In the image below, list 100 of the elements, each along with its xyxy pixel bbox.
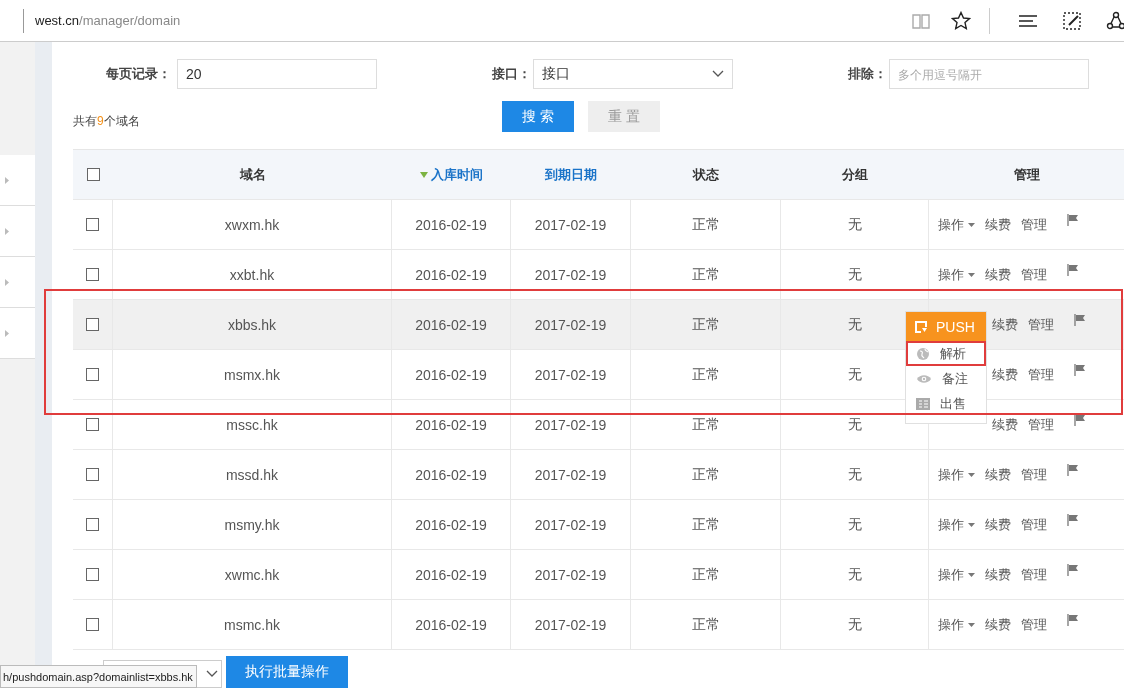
input-field[interactable]: 多个用逗号隔开 [889, 58, 1089, 89]
checkbox[interactable] [86, 418, 99, 431]
menu-item[interactable]: 解析 [906, 341, 986, 366]
manage-link[interactable]: 管理 [1021, 565, 1047, 584]
actions-dropdown[interactable]: 操作 [938, 565, 975, 584]
manage-link[interactable]: 管理 [1021, 465, 1047, 484]
flag-icon[interactable] [1067, 213, 1079, 226]
manage-link[interactable]: 管理 [1021, 615, 1047, 634]
group-cell: 无 [847, 515, 862, 534]
manage-link[interactable]: 管理 [1021, 515, 1047, 534]
column-header[interactable]: 入库时间 [420, 165, 483, 184]
input-field[interactable]: 20 [177, 58, 377, 89]
actions-dropdown[interactable]: 操作 [938, 265, 975, 284]
price-tag-icon [916, 397, 930, 410]
flag-icon[interactable] [1067, 613, 1079, 626]
flag-icon[interactable] [1067, 513, 1079, 526]
checkbox[interactable] [86, 368, 99, 381]
group-cell: 无 [847, 315, 862, 334]
checkbox[interactable] [86, 568, 99, 581]
flag-icon[interactable] [1067, 263, 1079, 276]
flag-icon[interactable] [1067, 563, 1079, 576]
checkbox[interactable] [86, 168, 100, 181]
date-cell: 2017-02-19 [534, 366, 607, 383]
date-cell: 2016-02-19 [415, 316, 487, 333]
actions-dropdown[interactable]: 操作 [938, 615, 975, 634]
flag-icon[interactable] [1074, 363, 1086, 376]
flag-icon[interactable] [1067, 463, 1079, 476]
caret-icon[interactable] [968, 522, 975, 527]
download-icon [914, 319, 928, 334]
group-cell: 无 [847, 215, 862, 234]
search-button[interactable]: 搜 索 [502, 101, 574, 132]
group-cell: 无 [847, 365, 862, 384]
renew-link[interactable]: 续费 [985, 215, 1011, 234]
chevron-down-icon [712, 69, 724, 78]
menu-item[interactable]: 备注 [906, 366, 986, 391]
checkbox[interactable] [86, 468, 99, 481]
checkbox[interactable] [86, 318, 99, 331]
date-cell: 2016-02-19 [415, 366, 487, 383]
field-label: 每页记录： [105, 64, 172, 83]
flag-icon[interactable] [1074, 313, 1086, 326]
actions-dropdown[interactable]: 操作 [938, 215, 975, 234]
menu-item[interactable]: 出售 [906, 391, 986, 416]
renew-link[interactable]: 续费 [985, 465, 1011, 484]
actions-dropdown[interactable]: 操作 [938, 465, 975, 484]
renew-link[interactable]: 续费 [992, 365, 1018, 384]
flag-icon[interactable] [1074, 413, 1086, 426]
domain-cell: mssd.hk [225, 466, 279, 483]
renew-link[interactable]: 续费 [992, 415, 1018, 434]
renew-link[interactable]: 续费 [985, 515, 1011, 534]
manage-link[interactable]: 管理 [1028, 365, 1054, 384]
date-cell: 2016-02-19 [415, 216, 487, 233]
caret-icon[interactable] [968, 272, 975, 277]
group-cell: 无 [847, 265, 862, 284]
domain-cell: msmy.hk [224, 516, 280, 533]
column-header[interactable]: 到期日期 [545, 165, 597, 184]
domain-cell: mssc.hk [226, 416, 278, 433]
date-cell: 2016-02-19 [415, 566, 487, 583]
field-label: 接口： [492, 64, 532, 83]
checkbox[interactable] [86, 518, 99, 531]
renew-link[interactable]: 续费 [992, 315, 1018, 334]
column-header: 状态 [693, 165, 719, 184]
manage-link[interactable]: 管理 [1028, 415, 1054, 434]
batch-button[interactable]: 执行批量操作 [226, 656, 348, 688]
caret-icon[interactable] [968, 572, 975, 577]
checkbox[interactable] [86, 218, 99, 231]
domain-cell: msmc.hk [224, 616, 280, 633]
renew-link[interactable]: 续费 [985, 565, 1011, 584]
status-cell: 正常 [691, 365, 720, 384]
actions-dropdown[interactable]: 操作 [938, 515, 975, 534]
date-cell: 2016-02-19 [415, 516, 487, 533]
interface-select[interactable]: 接口 [533, 58, 733, 89]
date-cell: 2016-02-19 [415, 416, 487, 433]
eye-icon [916, 373, 932, 384]
date-cell: 2017-02-19 [534, 516, 607, 533]
group-cell: 无 [847, 415, 862, 434]
date-cell: 2016-02-19 [415, 466, 487, 483]
manage-link[interactable]: 管理 [1021, 215, 1047, 234]
date-cell: 2017-02-19 [534, 266, 607, 283]
group-cell: 无 [847, 565, 862, 584]
caret-icon[interactable] [968, 472, 975, 477]
date-cell: 2017-02-19 [534, 466, 607, 483]
status-cell: 正常 [691, 615, 720, 634]
date-cell: 2017-02-19 [534, 216, 607, 233]
renew-link[interactable]: 续费 [985, 265, 1011, 284]
date-cell: 2016-02-19 [415, 266, 487, 283]
checkbox[interactable] [86, 268, 99, 281]
manage-link[interactable]: 管理 [1021, 265, 1047, 284]
checkbox[interactable] [86, 618, 99, 631]
star-icon[interactable] [951, 10, 971, 31]
date-cell: 2017-02-19 [534, 566, 607, 583]
renew-link[interactable]: 续费 [985, 615, 1011, 634]
address-bar[interactable]: west.cn/manager/domain [35, 13, 181, 28]
link-url-tooltip: h/pushdomain.asp?domainlist=xbbs.hk [0, 665, 197, 688]
status-cell: 正常 [691, 465, 720, 484]
caret-icon[interactable] [968, 222, 975, 227]
pen-square-icon[interactable] [1062, 10, 1082, 31]
sort-icon[interactable] [420, 171, 428, 178]
manage-link[interactable]: 管理 [1028, 315, 1054, 334]
share-icon[interactable] [1106, 10, 1124, 31]
caret-icon[interactable] [968, 622, 975, 627]
